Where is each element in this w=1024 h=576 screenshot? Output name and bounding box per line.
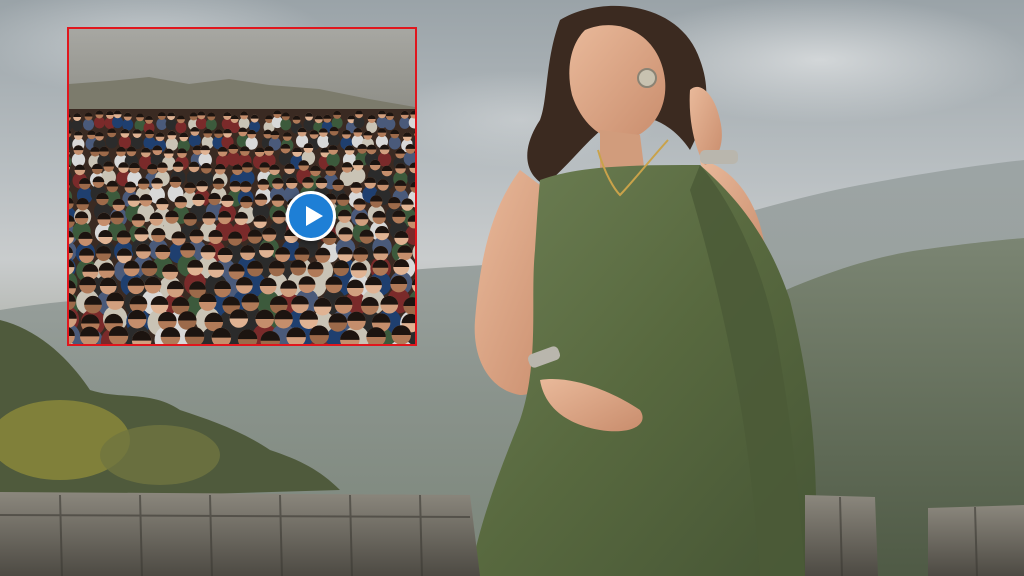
crowd	[69, 110, 415, 344]
play-icon	[306, 206, 323, 226]
crowd-image	[69, 29, 415, 344]
photo-scene	[0, 0, 1024, 576]
bracelet-right	[700, 150, 738, 164]
crowd-video-thumbnail[interactable]	[67, 27, 417, 346]
stone-wall	[0, 492, 480, 576]
earring	[637, 68, 657, 88]
play-button[interactable]	[286, 191, 336, 241]
